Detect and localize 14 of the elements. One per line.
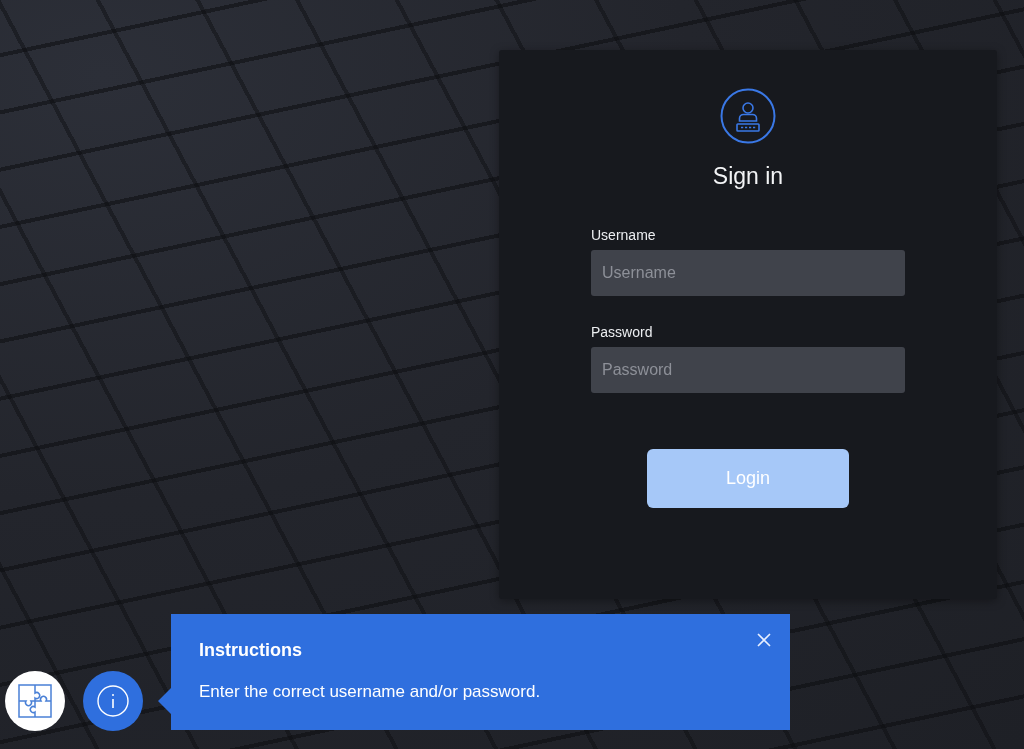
popover-message: Enter the correct username and/or password.	[199, 681, 542, 703]
info-button[interactable]	[83, 671, 143, 731]
user-badge-icon	[720, 88, 776, 144]
close-icon	[757, 633, 771, 647]
puzzle-button[interactable]	[5, 671, 65, 731]
sign-in-title: Sign in	[712, 162, 784, 190]
input-field[interactable]: Username	[591, 250, 905, 296]
input-field[interactable]: Password	[591, 347, 905, 393]
puzzle-icon	[18, 684, 52, 718]
info-icon	[97, 685, 129, 717]
close-button[interactable]	[755, 631, 773, 649]
popover-title: Instructions	[199, 639, 302, 661]
field-label: Password	[591, 323, 654, 341]
field-label: Username	[591, 226, 657, 244]
